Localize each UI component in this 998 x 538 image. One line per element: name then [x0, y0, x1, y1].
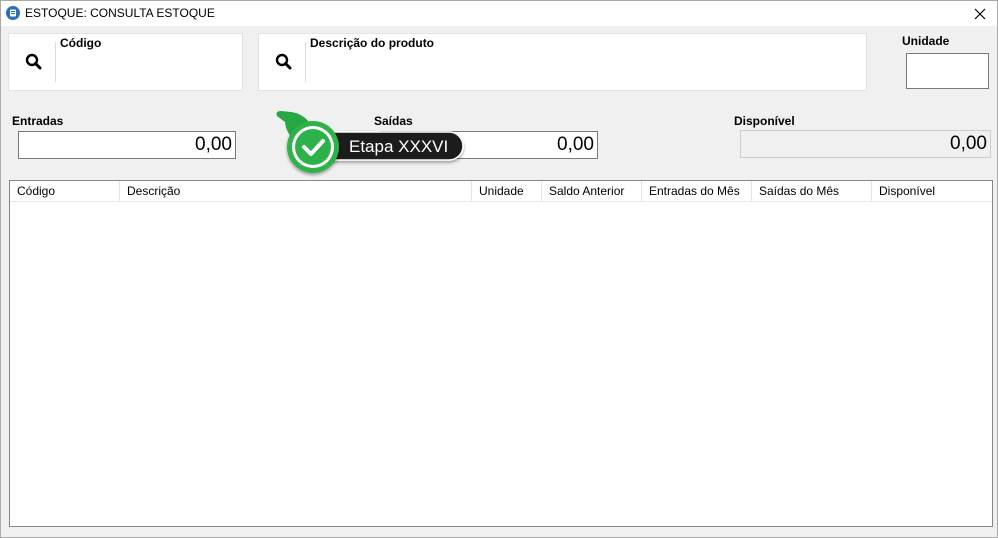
codigo-search-box: Código — [8, 33, 243, 91]
close-icon — [974, 8, 986, 20]
stock-grid[interactable]: Código Descrição Unidade Saldo Anterior … — [9, 180, 993, 527]
close-button[interactable] — [963, 1, 997, 26]
app-icon — [6, 6, 20, 20]
column-header-disponivel[interactable]: Disponível — [872, 181, 992, 201]
step-badge-label: Etapa XXXVI — [349, 137, 449, 156]
title-bar: ESTOQUE: CONSULTA ESTOQUE — [1, 1, 997, 26]
descricao-label: Descrição do produto — [310, 36, 435, 50]
window: ESTOQUE: CONSULTA ESTOQUE Código Descriç — [0, 0, 998, 538]
codigo-search-button[interactable] — [9, 34, 55, 90]
entradas-label: Entradas — [12, 114, 64, 128]
unidade-field[interactable] — [906, 53, 989, 89]
column-header-unidade[interactable]: Unidade — [472, 181, 542, 201]
codigo-label: Código — [60, 36, 102, 50]
disponivel-label: Disponível — [734, 114, 795, 128]
grid-header: Código Descrição Unidade Saldo Anterior … — [10, 181, 992, 202]
column-header-descricao[interactable]: Descrição — [120, 181, 472, 201]
column-header-saidas-mes[interactable]: Saídas do Mês — [752, 181, 872, 201]
column-header-codigo[interactable]: Código — [10, 181, 120, 201]
unidade-label: Unidade — [902, 34, 950, 48]
search-icon — [275, 53, 292, 70]
separator — [55, 42, 56, 82]
descricao-search-button[interactable] — [259, 34, 305, 90]
descricao-search-box: Descrição do produto — [258, 33, 867, 91]
search-icon — [25, 53, 42, 70]
window-title: ESTOQUE: CONSULTA ESTOQUE — [25, 6, 215, 20]
column-header-entradas-mes[interactable]: Entradas do Mês — [642, 181, 752, 201]
column-header-saldo-anterior[interactable]: Saldo Anterior — [542, 181, 642, 201]
separator — [305, 42, 306, 82]
descricao-input[interactable] — [311, 56, 855, 72]
codigo-input[interactable] — [61, 56, 235, 72]
step-badge: Etapa XXXVI — [271, 110, 467, 178]
entradas-field[interactable]: 0,00 — [18, 131, 236, 159]
disponivel-field: 0,00 — [740, 130, 991, 158]
